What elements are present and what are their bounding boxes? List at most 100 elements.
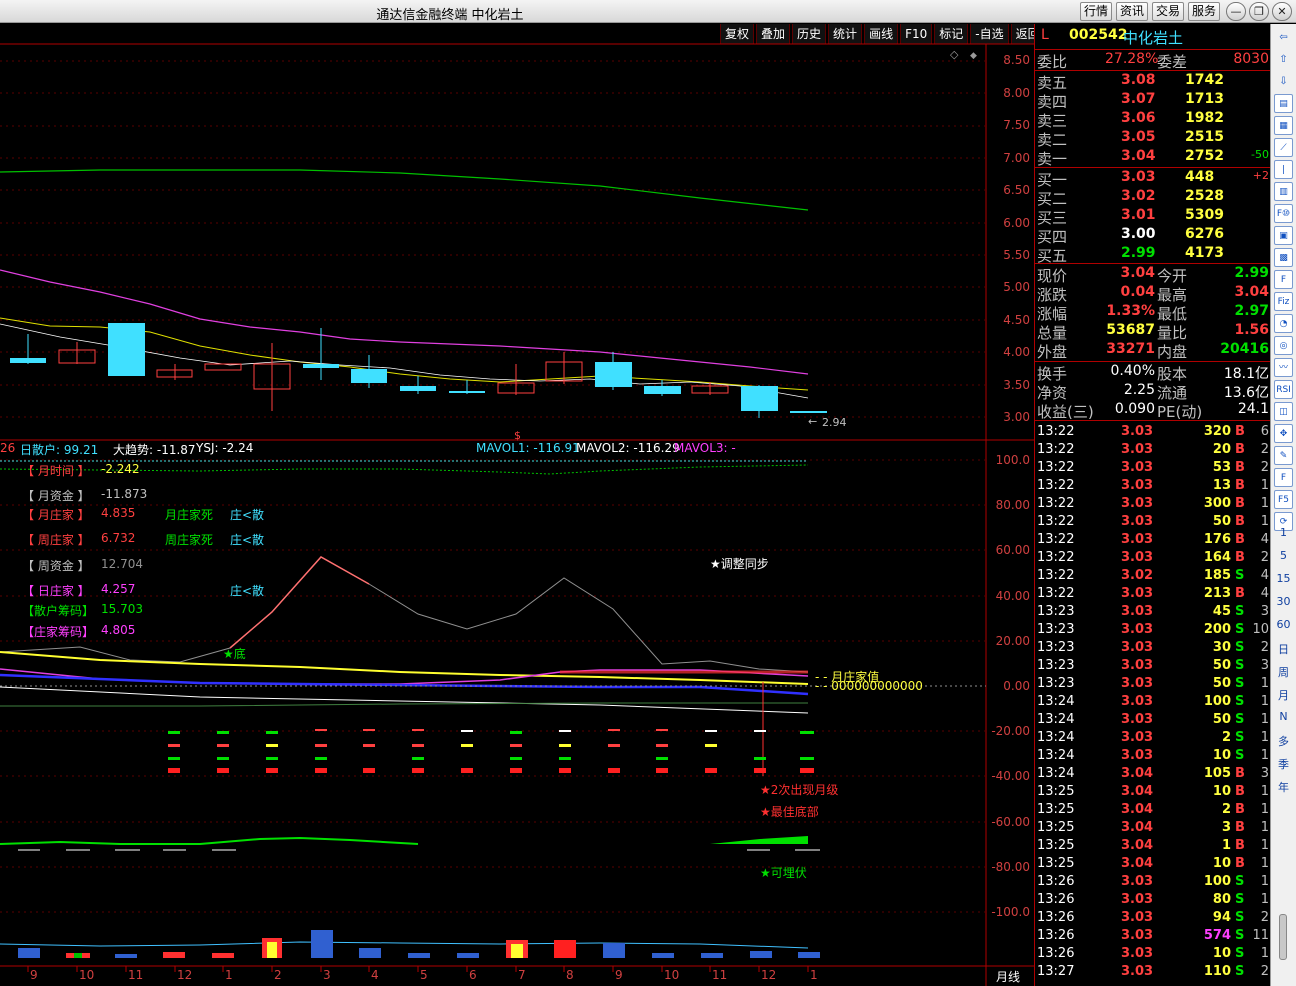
service-button[interactable]: 服务 [1188,2,1220,21]
tick-row[interactable]: 13:22 3.03 320 B 6 [1035,424,1271,442]
wave-icon[interactable]: 〰 [1274,358,1293,377]
news-button[interactable]: 资讯 [1116,2,1148,21]
f5-icon[interactable]: F5 [1274,490,1293,509]
tick-row[interactable]: 13:24 3.03 2 S 1 [1035,730,1271,748]
price-axis-tick: 7.00 [1003,151,1030,165]
tick-time: 13:25 [1037,856,1075,871]
period-button[interactable]: 年 [1271,779,1296,795]
tick-row[interactable]: 13:22 3.03 20 B 2 [1035,442,1271,460]
tick-row[interactable]: 13:25 3.04 10 B 1 [1035,784,1271,802]
indicator-axis-tick: 20.00 [995,634,1030,648]
order-book-row[interactable]: 卖二 3.05 2515 [1035,129,1271,149]
menu-icon[interactable]: ◎ [1274,336,1293,355]
list-icon[interactable]: ▤ [1274,94,1293,113]
tick-row[interactable]: 13:26 3.03 100 S 1 [1035,874,1271,892]
order-book-row[interactable]: 买一 3.03 448 +2 [1035,169,1271,189]
f-icon[interactable]: F [1274,468,1293,487]
period-button[interactable]: 多 [1271,733,1296,749]
period-button[interactable]: 5 [1271,549,1296,562]
tick-row[interactable]: 13:22 3.03 300 B 1 [1035,496,1271,514]
scrollbar-thumb[interactable] [1279,914,1287,960]
period-button[interactable]: 季 [1271,756,1296,772]
tick-price: 3.03 [1121,622,1154,637]
tick-row[interactable]: 13:24 3.03 10 S 1 [1035,748,1271,766]
period-button[interactable]: 15 [1271,572,1296,585]
chart-line-icon[interactable]: ⟋ [1274,138,1293,157]
move-icon[interactable]: ✥ [1274,424,1293,443]
tick-side: B [1235,838,1245,853]
fiz-icon[interactable]: Fiz [1274,292,1293,311]
x-axis-tick: 9 [30,968,38,982]
tick-row[interactable]: 13:22 3.03 53 B 2 [1035,460,1271,478]
tick-row[interactable]: 13:26 3.03 10 S 1 [1035,946,1271,964]
tick-row[interactable]: 13:22 3.03 50 B 1 [1035,514,1271,532]
tick-volume: 300 [1203,496,1231,511]
candle-icon[interactable]: ❘ [1274,160,1293,179]
tick-row[interactable]: 13:25 3.04 10 B 1 [1035,856,1271,874]
x-axis-tick: 5 [420,968,428,982]
tick-row[interactable]: 13:22 3.03 164 B 2 [1035,550,1271,568]
tick-row[interactable]: 13:25 3.04 2 B 1 [1035,802,1271,820]
order-book-row[interactable]: 买三 3.01 5309 [1035,207,1271,227]
grid-icon[interactable]: ▩ [1274,248,1293,267]
order-book-row[interactable]: 卖四 3.07 1713 [1035,91,1271,111]
minimize-icon[interactable]: — [1226,2,1246,21]
order-book-row[interactable]: 卖三 3.06 1982 [1035,110,1271,130]
market-button[interactable]: 行情 [1080,2,1112,21]
bar-icon[interactable]: ▥ [1274,182,1293,201]
order-book-row[interactable]: 买四 3.00 6276 [1035,226,1271,246]
tick-row[interactable]: 13:26 3.03 574 S 11 [1035,928,1271,946]
tick-row[interactable]: 13:26 3.03 94 S 2 [1035,910,1271,928]
period-button[interactable]: 60 [1271,618,1296,631]
chart-icon[interactable]: ◫ [1274,402,1293,421]
table-icon[interactable]: ▦ [1274,116,1293,135]
pencil-icon[interactable]: ✎ [1274,446,1293,465]
order-book-row[interactable]: 卖五 3.08 1742 [1035,72,1271,92]
price-axis-tick: 3.00 [1003,410,1030,424]
tick-row[interactable]: 13:24 3.03 50 S 1 [1035,712,1271,730]
indicator-axis-tick: -80.00 [991,860,1030,874]
indicator-white-line [0,686,809,714]
tick-row[interactable]: 13:27 3.03 110 S 2 [1035,964,1271,982]
tick-row[interactable]: 13:25 3.04 1 B 1 [1035,838,1271,856]
trade-button[interactable]: 交易 [1152,2,1184,21]
tick-row[interactable]: 13:22 3.03 213 B 4 [1035,586,1271,604]
tick-row[interactable]: 13:23 3.03 200 S 10 [1035,622,1271,640]
tick-row[interactable]: 13:25 3.04 3 B 1 [1035,820,1271,838]
tick-row[interactable]: 13:23 3.03 45 S 3 [1035,604,1271,622]
tick-row[interactable]: 13:23 3.03 50 S 1 [1035,676,1271,694]
x-axis-tick: 2 [274,968,282,982]
circle-icon[interactable]: ◔ [1274,314,1293,333]
close-icon[interactable]: ✕ [1272,2,1292,21]
arrow-down-icon[interactable]: ⇩ [1274,72,1293,91]
order-book-row[interactable]: 卖一 3.04 2752 -50 [1035,148,1271,168]
order-book-row[interactable]: 买五 2.99 4173 [1035,245,1271,265]
tick-count: 1 [1260,946,1269,961]
period-button[interactable]: 日 [1271,641,1296,657]
tick-row[interactable]: 13:23 3.03 30 S 2 [1035,640,1271,658]
rsi-icon[interactable]: RSI [1274,380,1293,399]
tick-row[interactable]: 13:22 3.03 13 B 1 [1035,478,1271,496]
price-axis-tick: 6.00 [1003,216,1030,230]
tick-row[interactable]: 13:26 3.03 80 S 1 [1035,892,1271,910]
tick-row[interactable]: 13:24 3.03 100 S 1 [1035,694,1271,712]
tick-row[interactable]: 13:24 3.04 105 B 3 [1035,766,1271,784]
tick-time: 13:25 [1037,802,1075,817]
period-button[interactable]: 周 [1271,664,1296,680]
calendar-icon[interactable]: ▣ [1274,226,1293,245]
period-label[interactable]: 月线 [996,968,1020,985]
restore-icon[interactable]: ❐ [1249,2,1269,21]
period-button[interactable]: 30 [1271,595,1296,608]
arrow-left-icon[interactable]: ⇦ [1274,28,1293,47]
f10-icon[interactable]: F⑩ [1274,204,1293,223]
kline-chart[interactable]: ◇ ◆ $ [0,24,1034,986]
period-button[interactable]: 月 [1271,687,1296,703]
tick-row[interactable]: 13:22 3.02 185 S 4 [1035,568,1271,586]
f-icon[interactable]: F [1274,270,1293,289]
period-button[interactable]: N [1271,710,1296,723]
tick-row[interactable]: 13:23 3.03 50 S 3 [1035,658,1271,676]
order-book-row[interactable]: 买二 3.02 2528 [1035,188,1271,208]
tick-row[interactable]: 13:22 3.03 176 B 4 [1035,532,1271,550]
period-button[interactable]: 1 [1271,526,1296,539]
arrow-up-icon[interactable]: ⇧ [1274,50,1293,69]
